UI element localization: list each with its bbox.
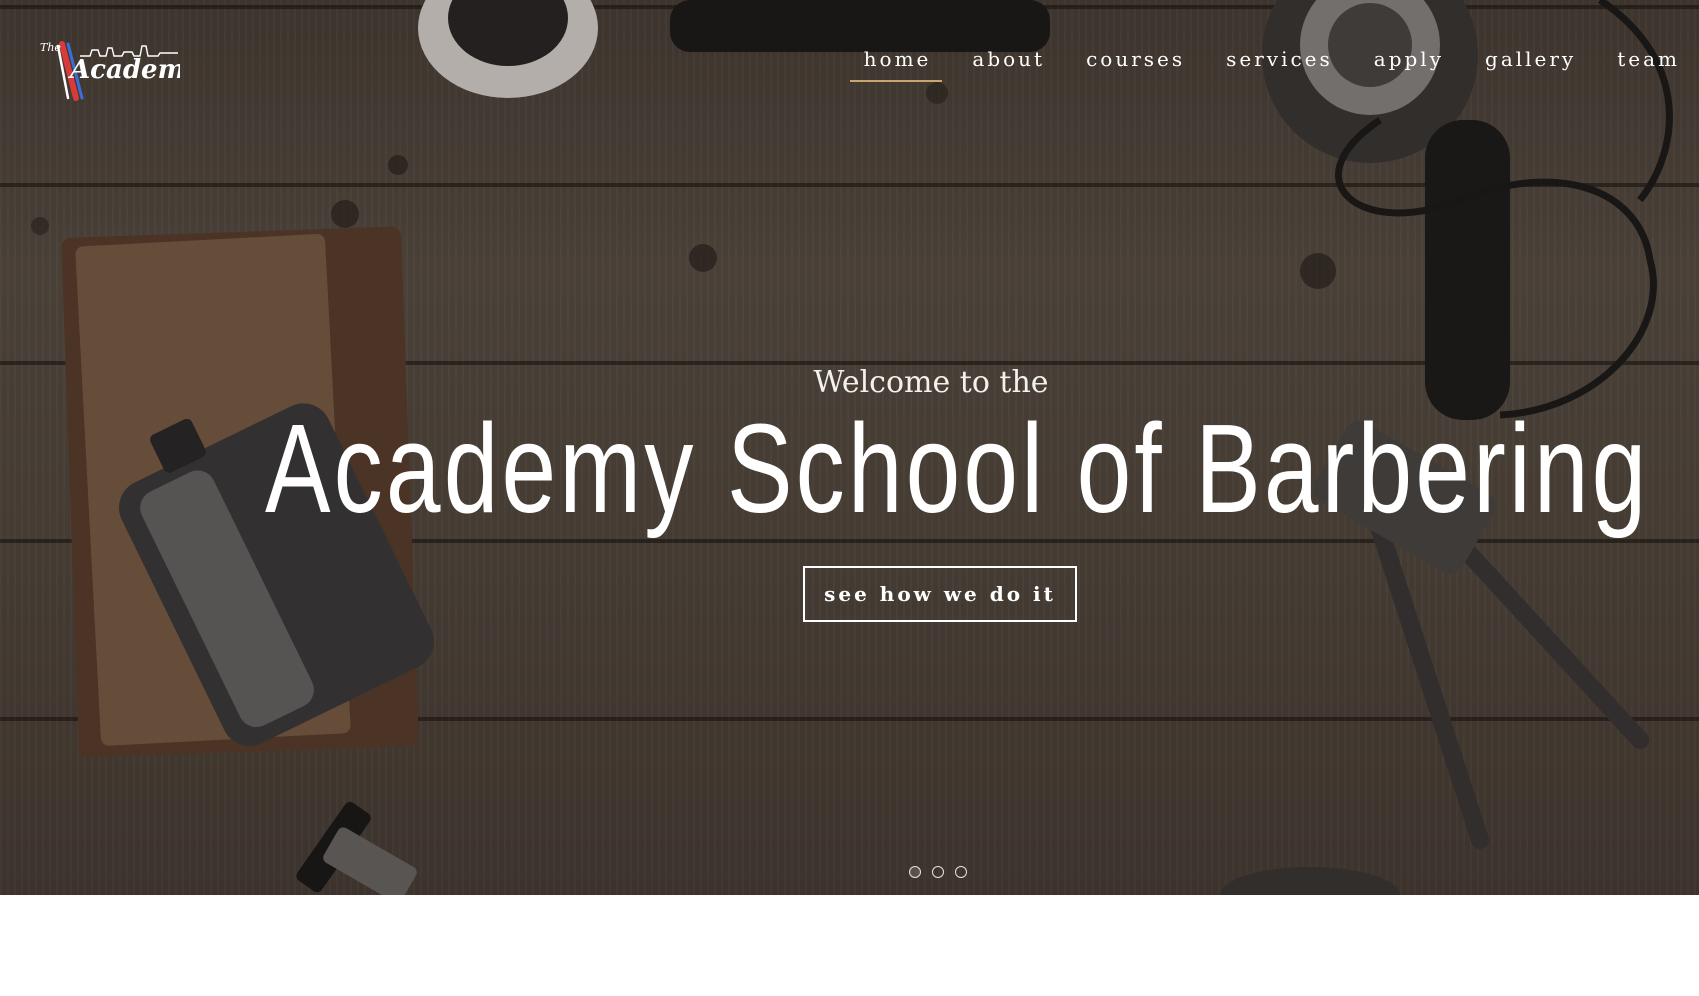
nav-services[interactable]: services: [1204, 46, 1352, 84]
nav-about[interactable]: about: [950, 46, 1064, 84]
academy-logo-mark: The Academy: [40, 41, 202, 101]
hero-section: The Academy home about courses services …: [0, 0, 1699, 895]
slider-dot-2[interactable]: [932, 866, 944, 878]
nav-apply[interactable]: apply: [1352, 46, 1463, 84]
nav-courses[interactable]: courses: [1064, 46, 1204, 84]
hero-welcome-text: Welcome to the: [813, 365, 1049, 400]
academy-logo[interactable]: The Academy: [40, 36, 202, 104]
slider-pagination: [909, 866, 967, 878]
logo-small-text: The: [40, 41, 61, 54]
page-content-area: [0, 895, 1699, 996]
slider-dot-3[interactable]: [955, 866, 967, 878]
see-how-we-do-it-button[interactable]: see how we do it: [803, 566, 1077, 622]
slider-dot-1[interactable]: [909, 866, 921, 878]
nav-team[interactable]: team: [1595, 46, 1699, 84]
main-nav: home about courses services apply galler…: [842, 46, 1699, 82]
nav-gallery[interactable]: gallery: [1463, 46, 1595, 84]
logo-text: Academy: [67, 55, 180, 85]
hero-headline: Academy School of Barbering: [265, 398, 1650, 539]
nav-home[interactable]: home: [842, 46, 951, 84]
